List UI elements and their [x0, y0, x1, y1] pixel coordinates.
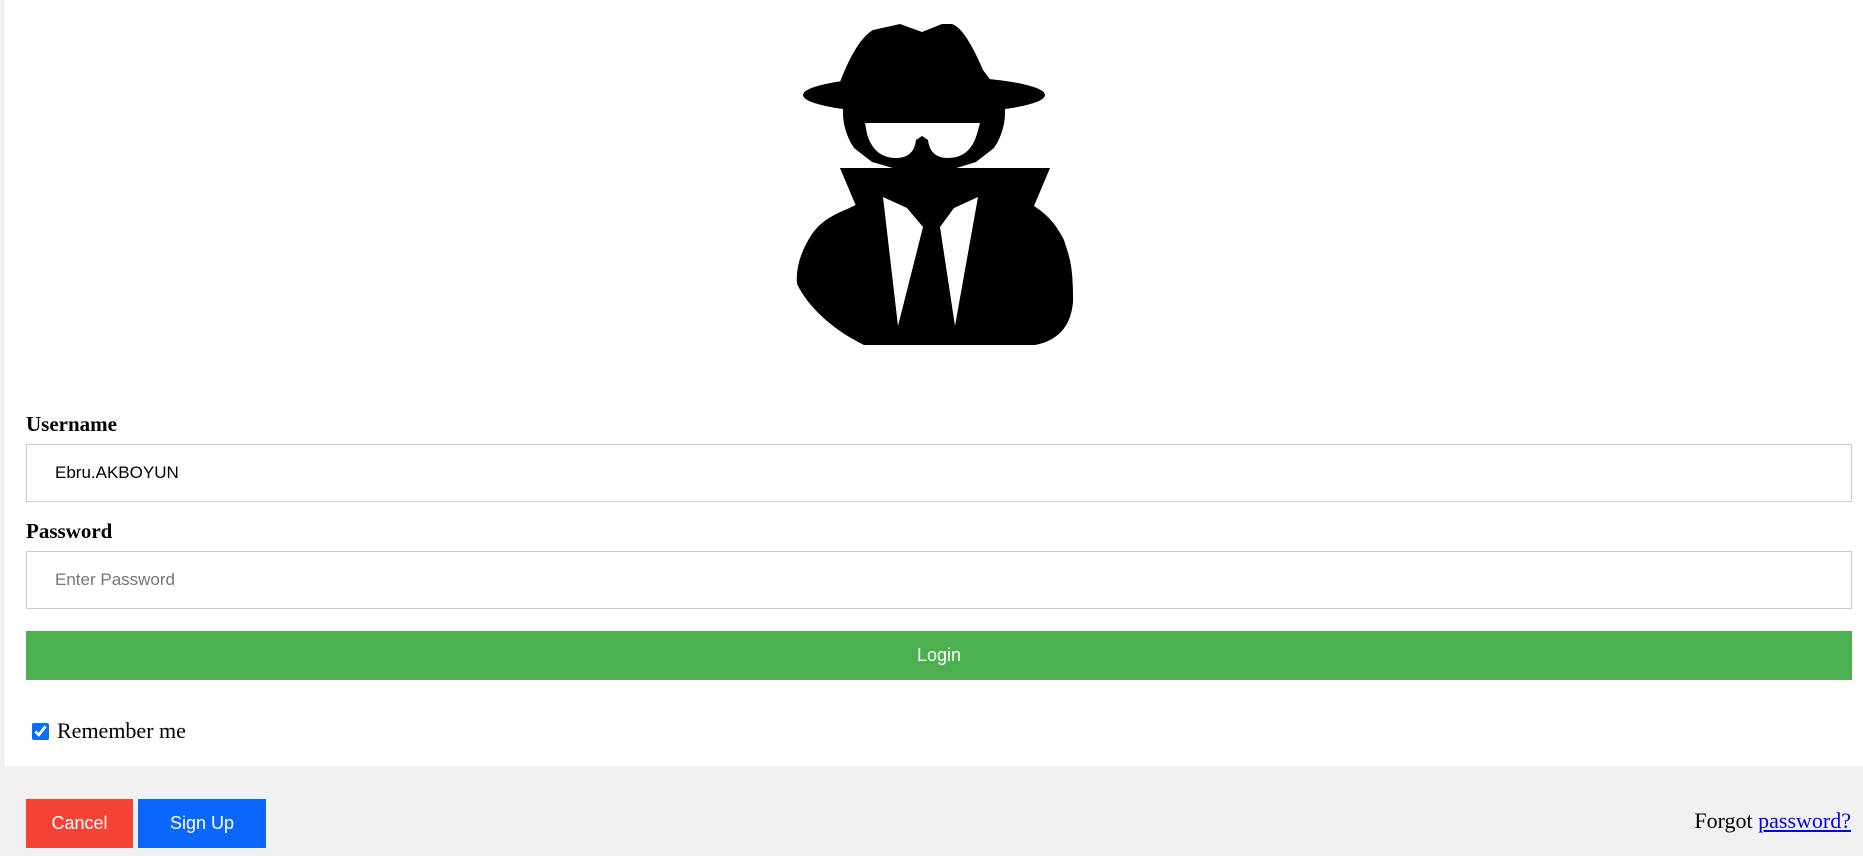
- remember-me-row: Remember me: [26, 716, 1852, 746]
- forgot-password-text: Forgot password?: [1694, 808, 1851, 834]
- form-footer: Cancel Sign Up Forgot password?: [0, 766, 1863, 856]
- cancel-button[interactable]: Cancel: [26, 799, 133, 848]
- remember-me-label: Remember me: [57, 718, 186, 743]
- login-form: Username Password Login Remember me: [26, 395, 1852, 746]
- login-button[interactable]: Login: [26, 631, 1852, 680]
- forgot-prefix: Forgot: [1694, 808, 1753, 833]
- sign-up-button[interactable]: Sign Up: [138, 799, 266, 848]
- password-input[interactable]: [26, 551, 1852, 609]
- spy-agent-icon: [796, 24, 1080, 345]
- avatar: [770, 20, 1080, 345]
- username-input[interactable]: [26, 444, 1852, 502]
- password-label: Password: [26, 519, 113, 543]
- username-label: Username: [26, 412, 117, 436]
- page-left-strip: [0, 0, 5, 766]
- remember-me-checkbox[interactable]: [32, 722, 49, 740]
- forgot-password-link[interactable]: password?: [1758, 808, 1851, 833]
